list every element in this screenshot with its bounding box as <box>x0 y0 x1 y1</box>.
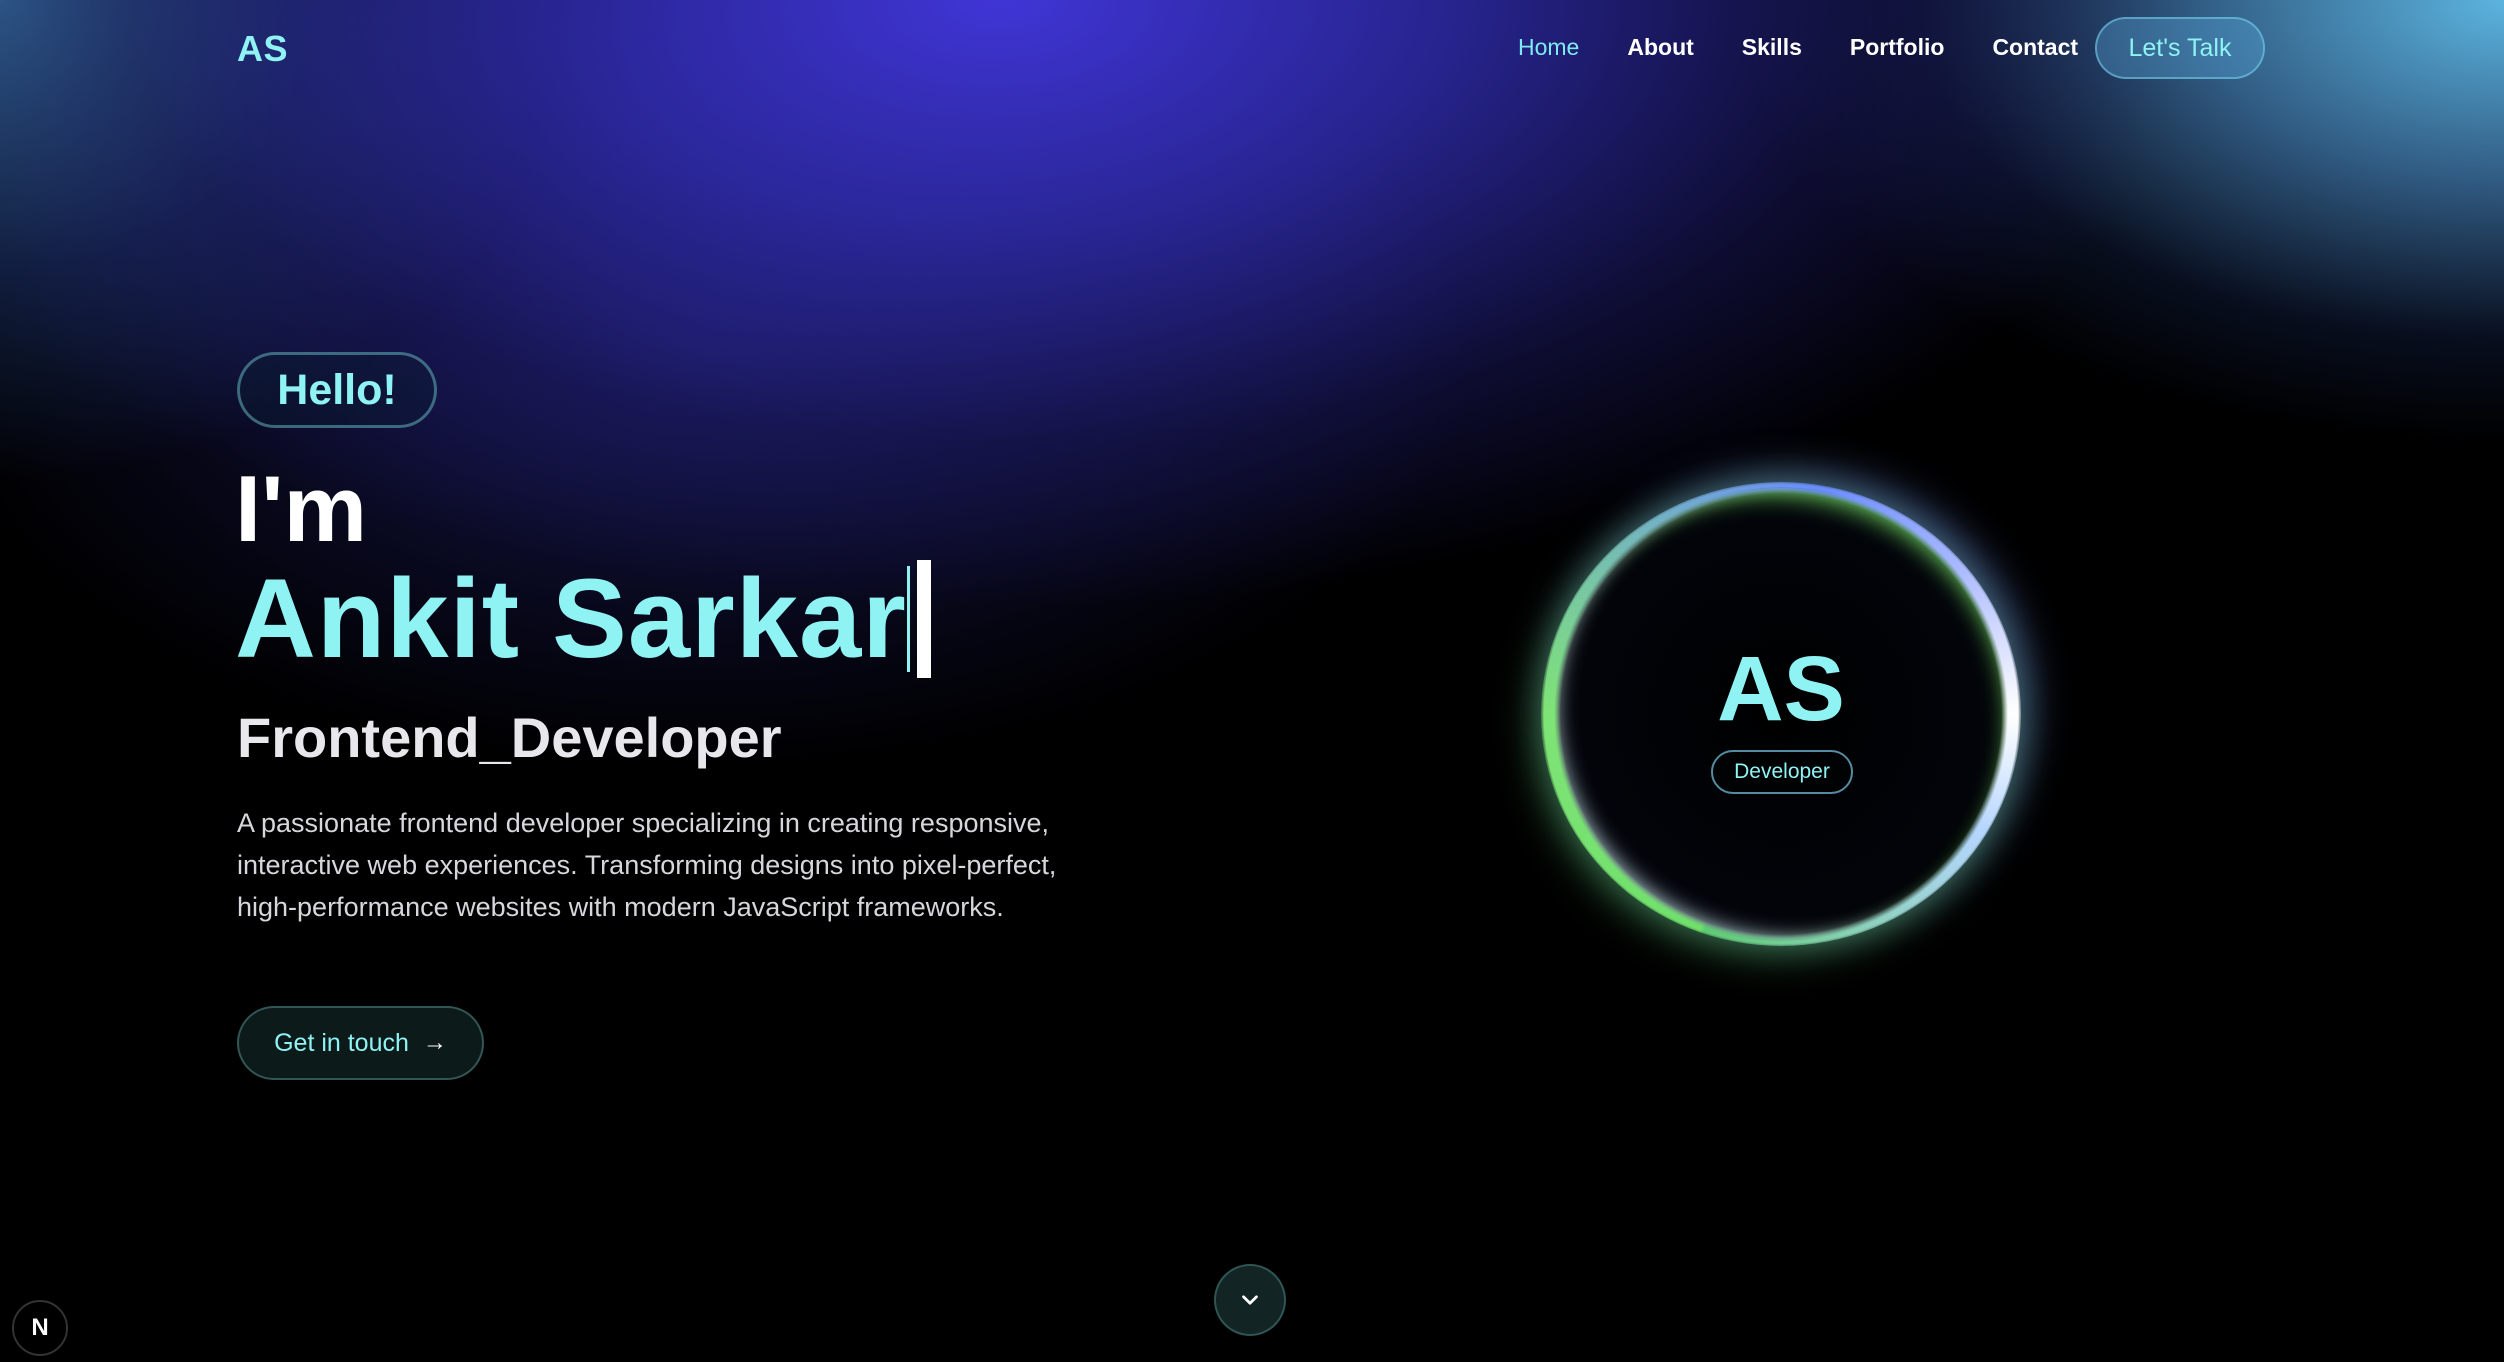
avatar-initials: AS <box>1717 638 1845 740</box>
page: AS Home About Skills Portfolio Contact L… <box>0 0 2504 1362</box>
scroll-down-button[interactable] <box>1214 1264 1286 1336</box>
avatar-ring: AS Developer <box>1542 483 2020 945</box>
name-heading: Ankit Sarkar <box>235 560 931 678</box>
intro-text: I'm <box>235 456 368 561</box>
role-text: Frontend_Developer <box>237 706 782 769</box>
chevron-down-icon <box>1242 1295 1258 1305</box>
developer-badge: Developer <box>1711 750 1853 794</box>
nav-menu: Home About Skills Portfolio Contact <box>1518 34 2078 61</box>
arrow-right-icon: → <box>422 1029 447 1056</box>
get-in-touch-label: Get in touch <box>274 1028 409 1057</box>
nav-link-home[interactable]: Home <box>1518 34 1579 61</box>
nav-logo[interactable]: AS <box>237 28 288 70</box>
greeting-badge: Hello! <box>237 352 437 428</box>
nav-link-about[interactable]: About <box>1627 34 1693 61</box>
nav-link-skills[interactable]: Skills <box>1742 34 1802 61</box>
nav-link-contact[interactable]: Contact <box>1992 34 2078 61</box>
name-text: Ankit Sarkar <box>235 556 907 681</box>
hero-description: A passionate frontend developer speciali… <box>237 808 1057 922</box>
get-in-touch-button[interactable]: Get in touch → <box>237 1006 484 1080</box>
typing-cursor <box>906 560 931 678</box>
corner-n-badge[interactable]: N <box>12 1300 68 1356</box>
nav-link-portfolio[interactable]: Portfolio <box>1850 34 1945 61</box>
lets-talk-button[interactable]: Let's Talk <box>2095 17 2265 79</box>
